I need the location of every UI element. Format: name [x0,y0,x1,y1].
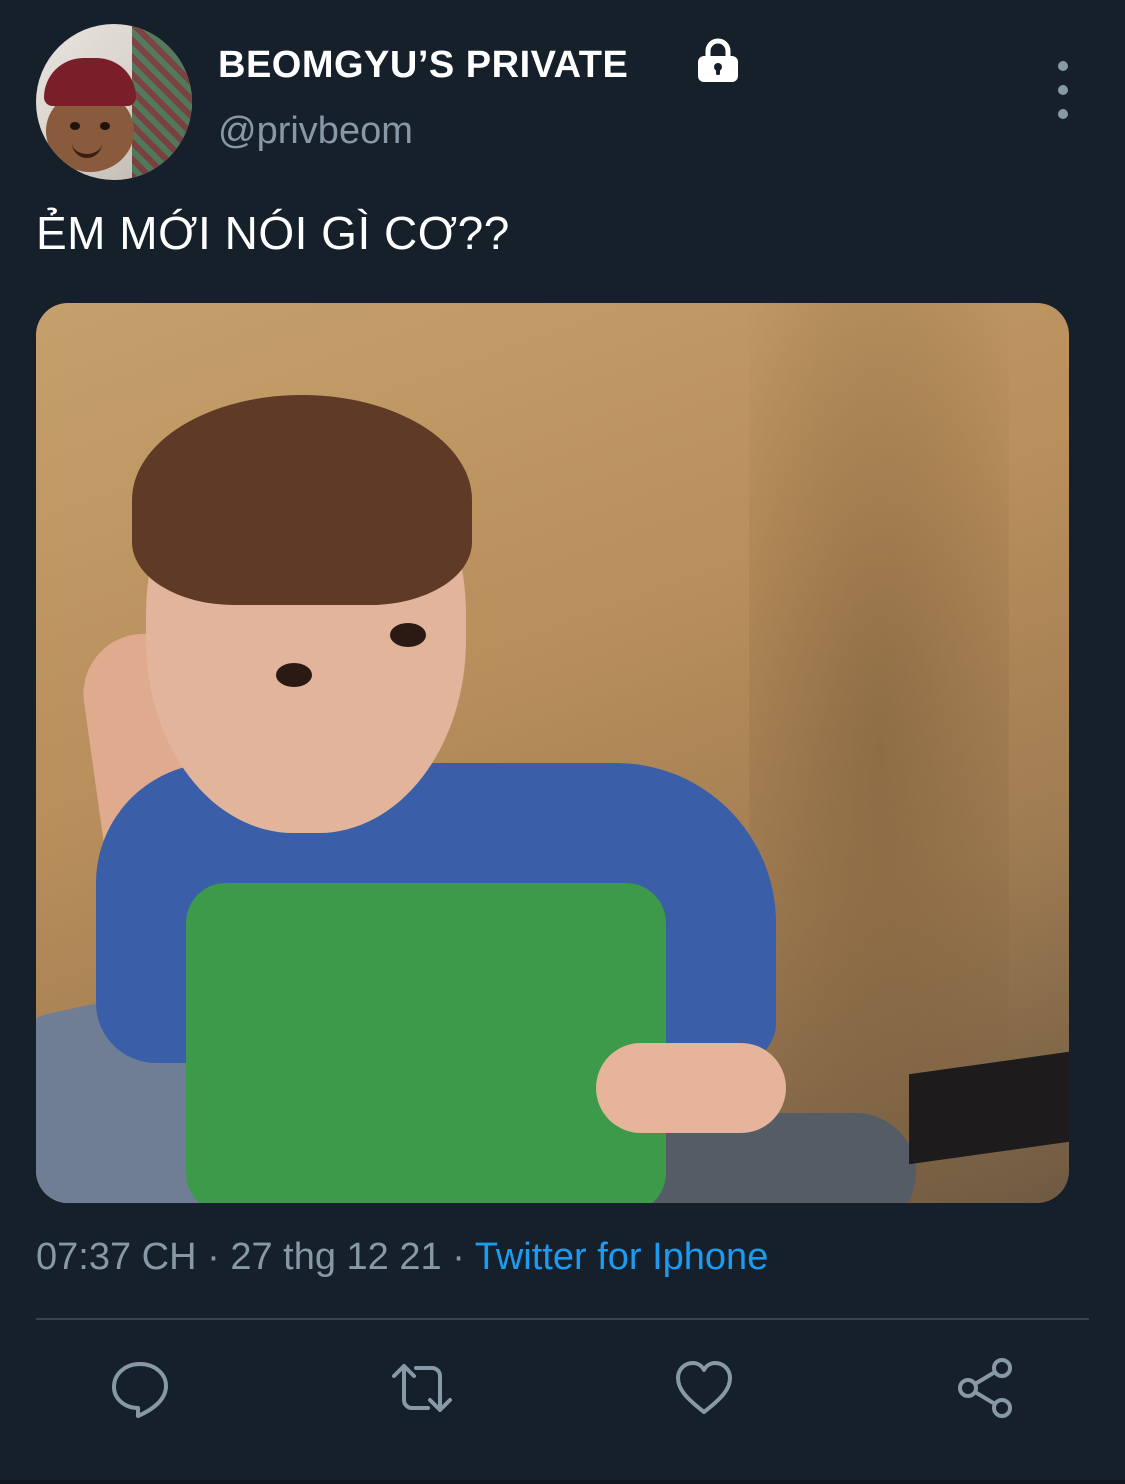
divider [36,1318,1089,1320]
tweet-header: BEOMGYU’S PRIVATE @privbeom [36,24,1089,184]
retweet-button[interactable] [386,1352,458,1424]
meta-separator: · [207,1236,220,1278]
photo-hair [132,395,472,605]
tweet-text: ẺM MỚI NÓI GÌ CƠ?? [36,207,510,259]
tweet-date: 27 thg 12 21 [230,1236,442,1278]
photo-eye [276,663,312,687]
tweet-photo[interactable] [36,303,1069,1203]
like-button[interactable] [668,1352,740,1424]
display-name[interactable]: BEOMGYU’S PRIVATE [218,44,628,87]
photo-eye [390,623,426,647]
bottom-divider [0,1480,1125,1484]
avatar-hat [44,58,136,106]
photo-shirt-panel [186,883,666,1203]
avatar-eye [70,122,80,130]
avatar[interactable] [36,24,192,180]
reply-icon [112,1362,168,1418]
share-button[interactable] [950,1352,1022,1424]
tweet-metadata: 07:37 CH · 27 thg 12 21 · Twitter for Ip… [36,1236,768,1279]
tweet-time: 07:37 CH [36,1236,197,1278]
share-icon [958,1358,1012,1418]
meta-separator: · [452,1236,465,1278]
avatar-eye [100,122,110,130]
user-handle[interactable]: @privbeom [218,110,413,153]
tweet-source-link[interactable]: Twitter for Iphone [475,1236,769,1278]
lock-icon [698,38,738,82]
retweet-icon [392,1364,452,1412]
more-vertical-icon[interactable] [1053,54,1073,126]
heart-icon [676,1361,732,1414]
photo-hand [596,1043,786,1133]
tweet-actions-bar [0,1352,1125,1432]
reply-button[interactable] [104,1352,176,1424]
avatar-background [132,24,192,180]
